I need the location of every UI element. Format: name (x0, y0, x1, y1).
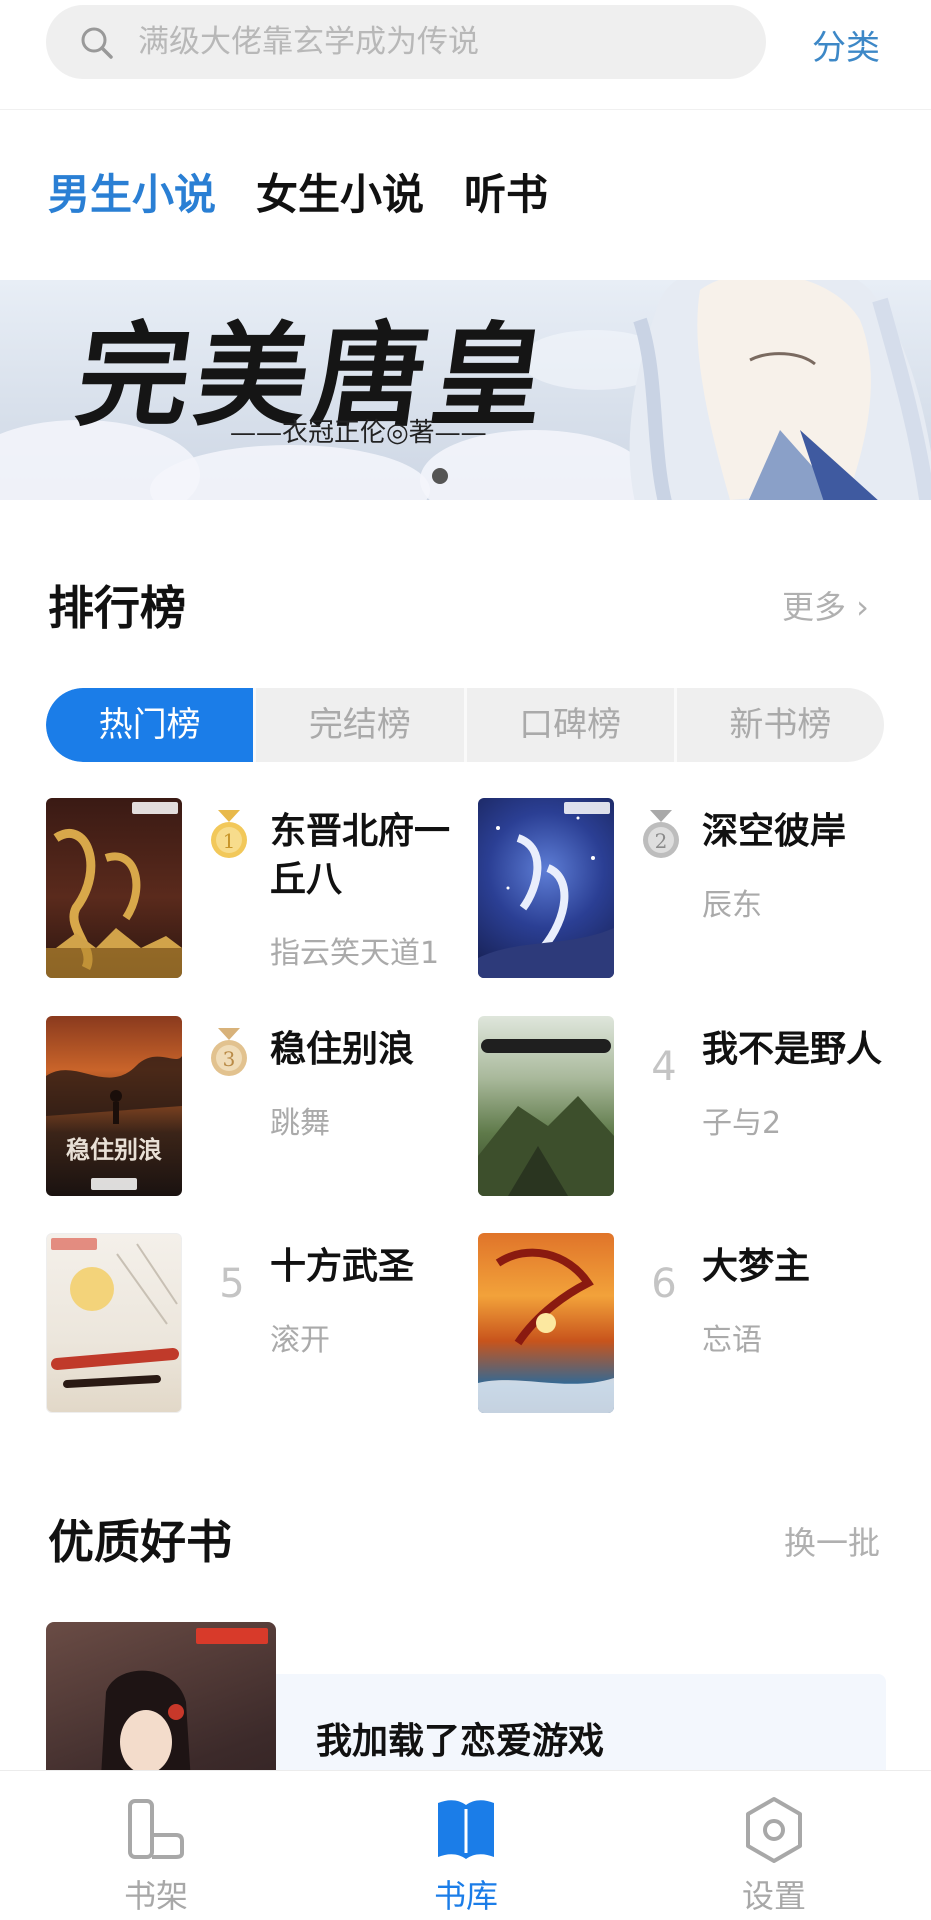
ranking-more-link[interactable]: 更多 › (782, 582, 869, 628)
cover-art (478, 816, 614, 978)
tab-audiobooks[interactable]: 听书 (464, 165, 548, 225)
nav-settings[interactable]: 设置 (694, 1771, 854, 1920)
cover-title-text: 稳住别浪 (66, 1135, 162, 1164)
silver-medal-icon: 2 (643, 810, 679, 858)
book-cover (478, 1233, 614, 1413)
cover-art: 稳住别浪 (46, 1056, 182, 1164)
banner-author: ——衣冠正伦◎著—— (230, 418, 487, 448)
rank-number: 6 (651, 1261, 677, 1307)
book-title: 十方武圣 (270, 1246, 415, 1287)
book-cover (478, 1016, 614, 1196)
cover-art (51, 1243, 179, 1388)
ranked-book[interactable]: 稳住别浪 3 稳住别浪 跳舞 (46, 1016, 466, 1196)
nav-bookshelf[interactable]: 书架 (76, 1771, 236, 1920)
quality-section-title: 优质好书 (48, 1515, 232, 1569)
tab-reputation-ranking[interactable]: 口碑榜 (463, 688, 674, 762)
book-author: 指云笑天道1 (270, 936, 440, 971)
tab-female-novels[interactable]: 女生小说 (256, 165, 424, 225)
ranked-book[interactable]: 1 东晋北府一丘八 指云笑天道1 (46, 798, 466, 978)
book-author: 滚开 (270, 1323, 330, 1358)
category-link[interactable]: 分类 (812, 20, 880, 69)
bronze-medal-icon: 3 (211, 1028, 247, 1076)
svg-text:3: 3 (223, 1047, 236, 1071)
bookshelf-icon (128, 1799, 184, 1859)
settings-hexagon-icon (746, 1797, 802, 1863)
ranking-section-title: 排行榜 (48, 581, 186, 635)
ranked-book[interactable]: 4 我不是野人 子与2 (478, 1016, 898, 1196)
search-bar[interactable] (46, 5, 766, 79)
tab-completed-ranking[interactable]: 完结榜 (253, 688, 463, 762)
top-bar: 分类 (0, 0, 931, 110)
book-author: 忘语 (702, 1323, 762, 1358)
book-title: 大梦主 (702, 1246, 811, 1287)
book-title: 东晋北府一丘八 (270, 811, 451, 900)
search-icon (81, 27, 113, 59)
banner-character-illustration (629, 280, 931, 500)
cover-art (46, 829, 182, 978)
book-title: 稳住别浪 (270, 1029, 415, 1070)
search-input[interactable] (138, 15, 738, 69)
svg-text:2: 2 (655, 829, 668, 853)
nav-label: 书库 (433, 1877, 498, 1915)
book-title: 深空彼岸 (702, 811, 847, 852)
bottom-navigation: 书架 书库 设置 (0, 1770, 931, 1920)
rank-number: 5 (219, 1261, 245, 1307)
library-icon (438, 1800, 494, 1859)
banner-cloud (150, 445, 430, 500)
promo-banner[interactable]: 完美唐皇 ——衣冠正伦◎著—— (0, 280, 931, 500)
tab-new-ranking[interactable]: 新书榜 (673, 688, 884, 762)
cover-art (478, 1248, 614, 1413)
carousel-indicator-dot[interactable] (432, 468, 448, 484)
cover-art (478, 1039, 614, 1196)
gold-medal-icon: 1 (211, 810, 247, 858)
nav-label: 书架 (123, 1877, 188, 1915)
book-cover (46, 798, 182, 978)
tab-male-novels[interactable]: 男生小说 (48, 165, 216, 225)
svg-text:1: 1 (223, 829, 236, 853)
ranking-tabs: 热门榜 完结榜 口碑榜 新书榜 (46, 688, 884, 762)
book-cover (46, 1233, 182, 1413)
book-author: 子与2 (702, 1106, 782, 1141)
nav-label: 设置 (741, 1877, 806, 1915)
ranked-book[interactable]: 6 大梦主 忘语 (478, 1233, 898, 1413)
refresh-batch-link[interactable]: 换一批 (784, 1518, 880, 1564)
tab-hot-ranking[interactable]: 热门榜 (46, 688, 254, 762)
ranked-book[interactable]: 2 深空彼岸 辰东 (478, 798, 898, 978)
book-title: 我不是野人 (702, 1029, 883, 1070)
rank-number: 4 (651, 1044, 677, 1090)
ranked-book[interactable]: 5 十方武圣 滚开 (46, 1233, 466, 1413)
book-author: 跳舞 (270, 1106, 330, 1141)
book-cover (478, 798, 614, 978)
book-cover: 稳住别浪 (46, 1016, 182, 1196)
book-author: 辰东 (702, 888, 762, 923)
nav-library[interactable]: 书库 (386, 1771, 546, 1920)
channel-tabs: 男生小说 女生小说 听书 (48, 165, 548, 225)
featured-book-title: 我加载了恋爱游戏 (316, 1721, 605, 1762)
